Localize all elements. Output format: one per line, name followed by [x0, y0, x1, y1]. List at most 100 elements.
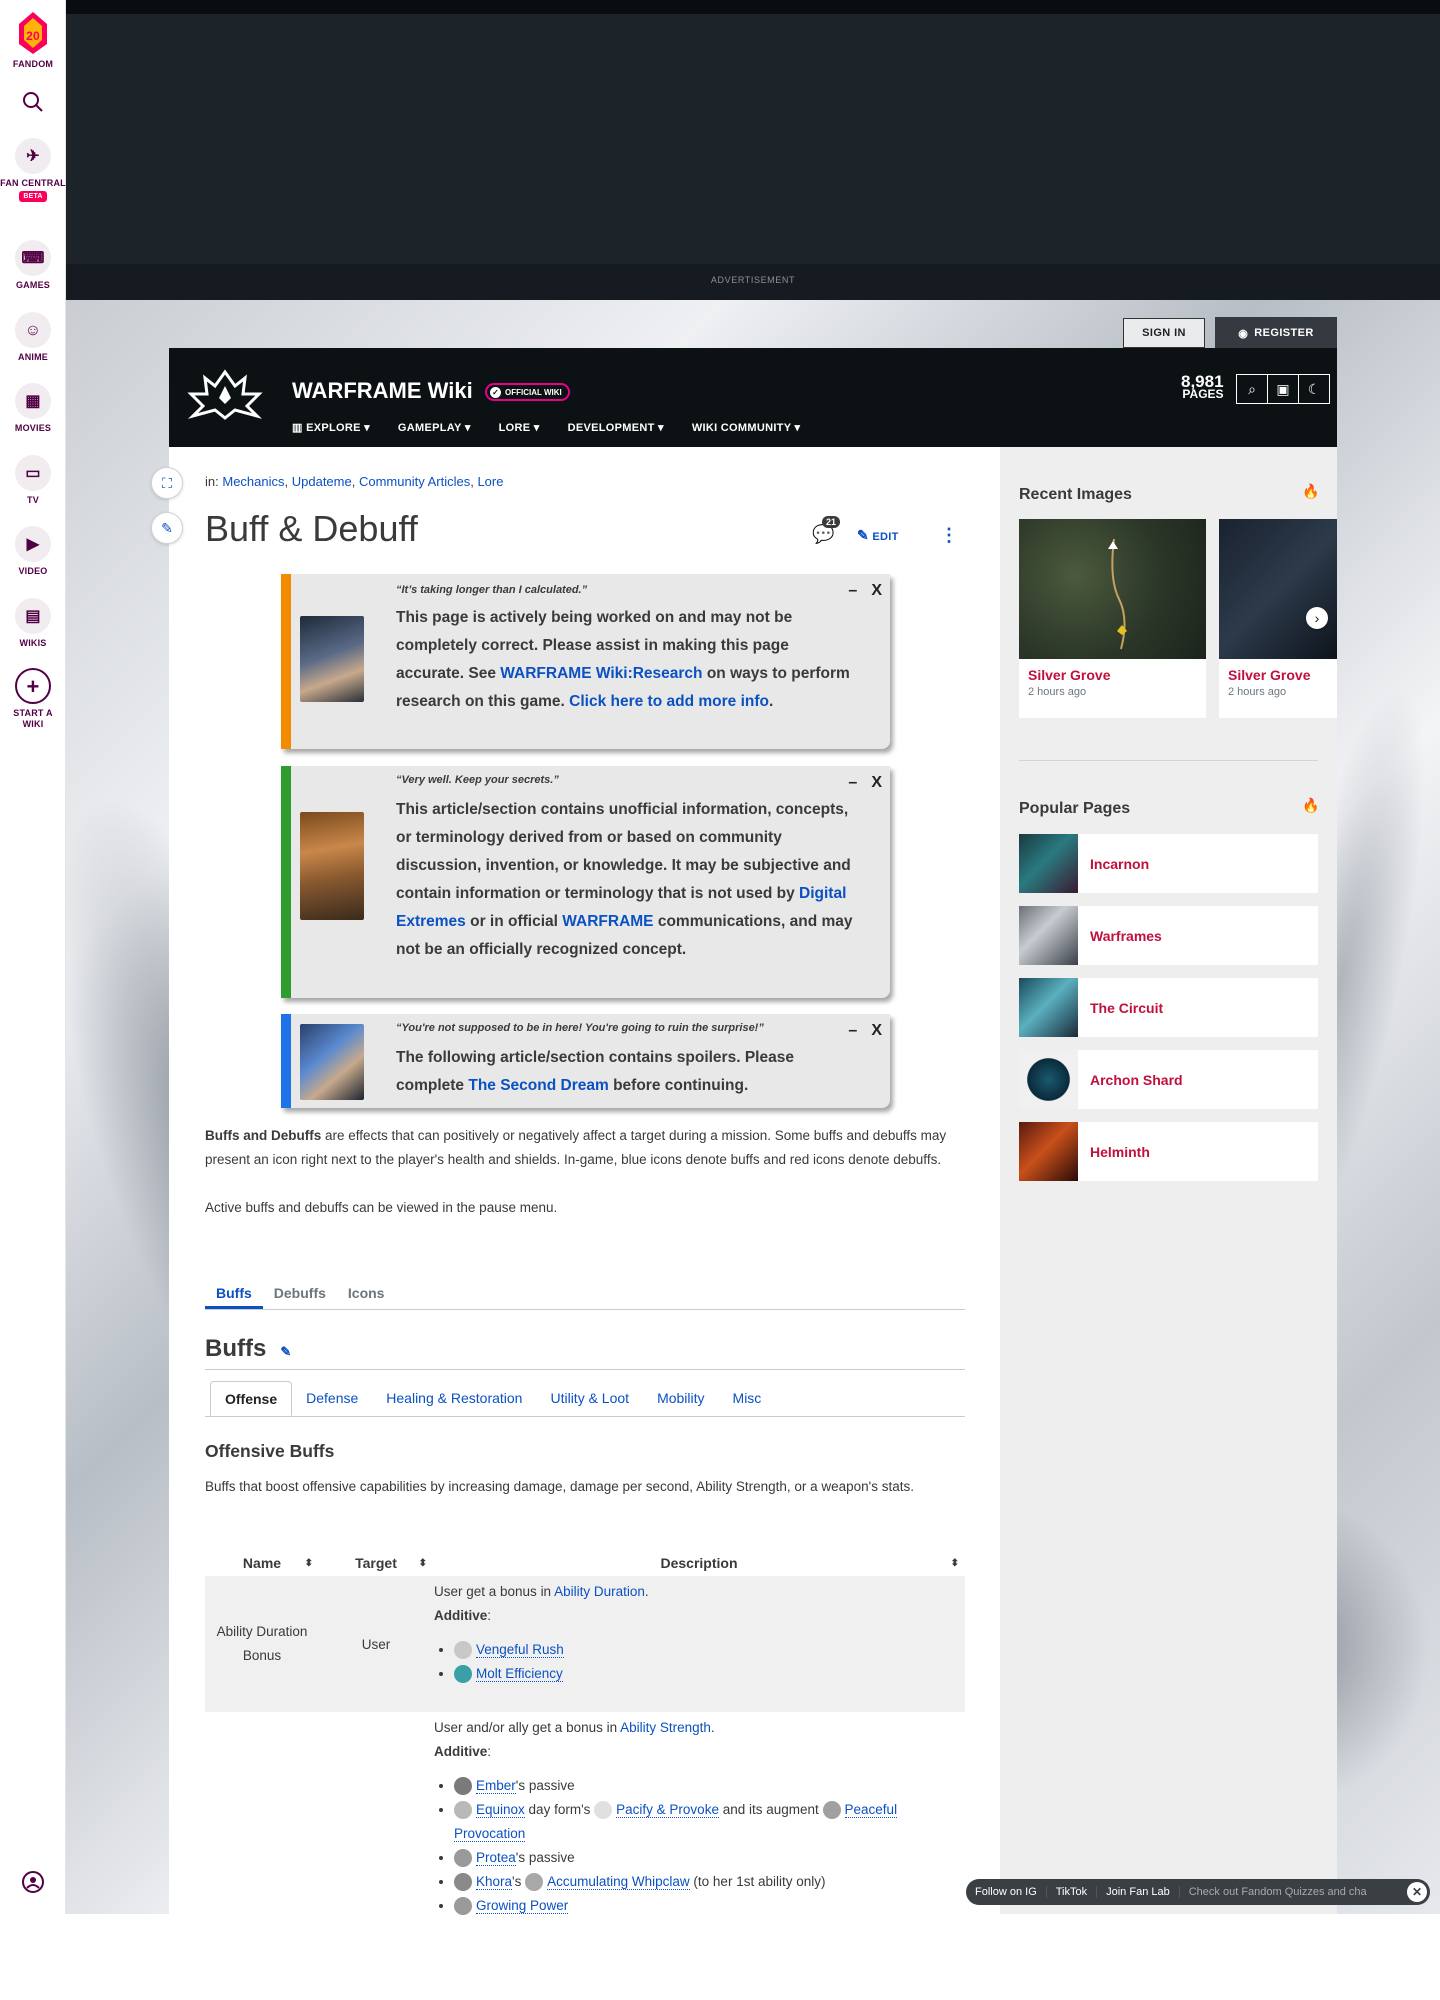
notice-controls: – X	[848, 1022, 882, 1040]
accumulating-whipclaw-link[interactable]: Accumulating Whipclaw	[547, 1874, 690, 1890]
recent-image-card[interactable]: Silver Grove 2 hours ago	[1019, 519, 1206, 718]
collapse-icon[interactable]: –	[848, 774, 857, 792]
ad-slot[interactable]	[66, 14, 1440, 264]
comments-button[interactable]: 💬 21	[812, 516, 841, 545]
subtab-defense[interactable]: Defense	[292, 1381, 372, 1416]
close-icon[interactable]: X	[871, 774, 882, 792]
additive-line: Additive:	[434, 1744, 492, 1759]
ticker-text: Check out Fandom Quizzes and cha	[1188, 1886, 1367, 1898]
fan-central-link[interactable]: ✈ FAN CENTRAL BETA	[0, 138, 66, 202]
user-account-button[interactable]	[0, 1870, 66, 1897]
tv-link[interactable]: ▭ TV	[0, 455, 66, 506]
desc-line: User get a bonus in Ability Duration.	[434, 1580, 965, 1604]
search-button[interactable]	[0, 90, 66, 117]
intro-bold: Buffs and Debuffs	[205, 1128, 322, 1143]
popular-page-item[interactable]: Warframes	[1019, 906, 1318, 965]
expand-button[interactable]: ⛶	[151, 467, 183, 499]
sign-in-button[interactable]: SIGN IN	[1123, 318, 1205, 348]
close-icon[interactable]: ✕	[1407, 1882, 1427, 1902]
register-button[interactable]: ◉ REGISTER	[1215, 317, 1337, 349]
wiki-title[interactable]: WARFRAME Wiki	[292, 378, 473, 404]
carousel-next-button[interactable]: ›	[1306, 607, 1328, 629]
anime-face-icon: ☺	[15, 312, 51, 348]
protea-link[interactable]: Protea	[476, 1850, 516, 1866]
add-info-link[interactable]: Click here to add more info	[569, 693, 769, 710]
image-time: 2 hours ago	[1028, 686, 1087, 698]
category-link[interactable]: Community Articles	[359, 474, 470, 489]
research-link[interactable]: WARFRAME Wiki:Research	[500, 665, 702, 682]
growing-power-link[interactable]: Growing Power	[476, 1898, 569, 1914]
header-name[interactable]: Name ⬍	[205, 1550, 319, 1576]
subtab-utility[interactable]: Utility & Loot	[536, 1381, 643, 1416]
collapse-icon[interactable]: –	[848, 582, 857, 600]
nav-lore[interactable]: LORE ▾	[499, 421, 540, 434]
tab-debuffs[interactable]: Debuffs	[263, 1277, 337, 1309]
character-portrait	[300, 812, 364, 920]
follow-ig-link[interactable]: Follow on IG	[966, 1886, 1047, 1898]
equinox-link[interactable]: Equinox	[476, 1802, 525, 1818]
discussions-button[interactable]: ▣	[1267, 374, 1299, 404]
edit-float-button[interactable]: ✎	[151, 512, 183, 544]
start-wiki-link[interactable]: + START A WIKI	[0, 668, 66, 730]
video-link[interactable]: ▶ VIDEO	[0, 526, 66, 577]
header-description[interactable]: Description ⬍	[433, 1550, 965, 1576]
page-title: Buff & Debuff	[205, 508, 418, 549]
vengeful-rush-link[interactable]: Vengeful Rush	[476, 1642, 564, 1658]
tab-icons[interactable]: Icons	[337, 1277, 396, 1309]
pacify-provoke-link[interactable]: Pacify & Provoke	[616, 1802, 719, 1818]
pencil-icon[interactable]: ✎	[280, 1344, 291, 1359]
movies-link[interactable]: ▦ MOVIES	[0, 383, 66, 434]
subtab-offense[interactable]: Offense	[210, 1381, 293, 1416]
list-item: Growing Power	[454, 1894, 965, 1918]
fan-lab-link[interactable]: Join Fan Lab	[1097, 1886, 1180, 1898]
second-dream-link[interactable]: The Second Dream	[468, 1077, 608, 1094]
page-label: Incarnon	[1090, 855, 1150, 872]
tab-buffs[interactable]: Buffs	[205, 1277, 263, 1309]
ability-duration-link[interactable]: Ability Duration	[554, 1584, 645, 1599]
page-label: Archon Shard	[1090, 1071, 1183, 1088]
nav-explore[interactable]: ▥ EXPLORE ▾	[292, 421, 370, 434]
molt-efficiency-link[interactable]: Molt Efficiency	[476, 1666, 563, 1682]
popular-page-item[interactable]: Helminth	[1019, 1122, 1318, 1181]
popular-page-item[interactable]: The Circuit	[1019, 978, 1318, 1037]
category-link[interactable]: Updateme	[292, 474, 352, 489]
ember-link[interactable]: Ember	[476, 1778, 516, 1794]
popular-page-item[interactable]: Incarnon	[1019, 834, 1318, 893]
nav-gameplay[interactable]: GAMEPLAY ▾	[398, 421, 471, 434]
nav-explore-label: EXPLORE	[306, 422, 361, 434]
edit-button[interactable]: ✎ EDIT	[857, 527, 899, 544]
games-link[interactable]: ⌨ GAMES	[0, 240, 66, 291]
fandom-toolbar: Follow on IG TikTok Join Fan Lab Check o…	[966, 1879, 1430, 1905]
tiktok-link[interactable]: TikTok	[1047, 1886, 1098, 1898]
more-actions-button[interactable]: ⋮	[940, 525, 958, 546]
subtab-misc[interactable]: Misc	[719, 1381, 776, 1416]
subtab-healing[interactable]: Healing & Restoration	[372, 1381, 536, 1416]
dark-mode-button[interactable]: ☾	[1298, 374, 1330, 404]
subtab-mobility[interactable]: Mobility	[643, 1381, 718, 1416]
category-link[interactable]: Lore	[477, 474, 503, 489]
warframe-link[interactable]: WARFRAME	[562, 913, 653, 930]
cell-target	[319, 1712, 433, 1942]
wiki-search-button[interactable]: ⌕	[1236, 374, 1268, 404]
ability-strength-link[interactable]: Ability Strength	[620, 1720, 711, 1735]
category-link[interactable]: Mechanics	[222, 474, 284, 489]
warframe-logo[interactable]	[183, 364, 267, 424]
wiki-header-tools: ⌕ ▣ ☾	[1236, 374, 1330, 404]
warframe-icon	[454, 1873, 472, 1892]
popular-page-item[interactable]: Archon Shard	[1019, 1050, 1318, 1109]
page-thumbnail	[1019, 978, 1078, 1037]
nav-wiki-community[interactable]: WIKI COMMUNITY ▾	[692, 421, 801, 434]
header-target[interactable]: Target ⬍	[319, 1550, 433, 1576]
close-icon[interactable]: X	[871, 582, 882, 600]
section-title: Buffs	[205, 1335, 267, 1362]
collapse-icon[interactable]: –	[848, 1022, 857, 1040]
wikis-link[interactable]: ▤ WIKIS	[0, 598, 66, 649]
anime-link[interactable]: ☺ ANIME	[0, 312, 66, 363]
khora-link[interactable]: Khora	[476, 1874, 513, 1890]
fandom-logo[interactable]: 20 FANDOM	[0, 10, 66, 70]
wikis-label: WIKIS	[19, 638, 47, 648]
close-icon[interactable]: X	[871, 1022, 882, 1040]
film-icon: ▦	[15, 383, 51, 419]
nav-development[interactable]: DEVELOPMENT ▾	[568, 421, 664, 434]
sort-icon: ⬍	[418, 1557, 427, 1569]
